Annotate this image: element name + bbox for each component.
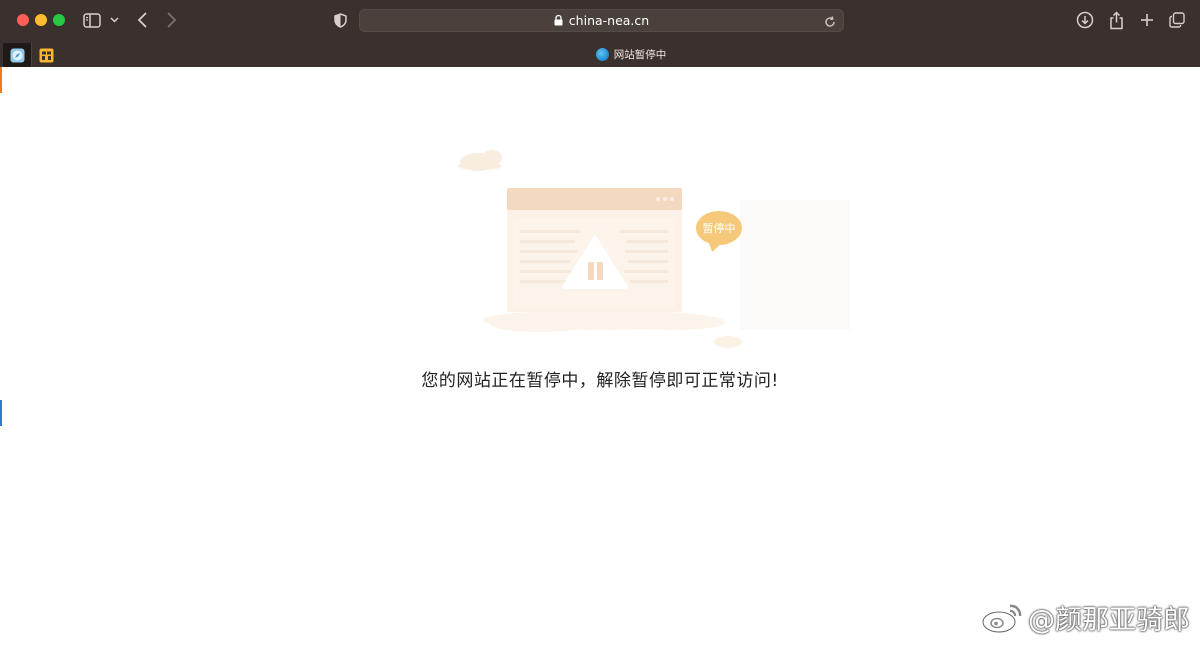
back-icon[interactable] [133,10,151,30]
minimize-window-button[interactable] [35,14,47,26]
shield-icon[interactable] [330,10,350,30]
cloud-shape [714,336,742,348]
pinned-tab-app[interactable] [32,43,60,67]
browser-toolbar: china-nea.cn [0,0,1200,40]
window-edge-accent [0,67,2,93]
lock-icon [554,14,564,27]
tab-title: 网站暂停中 [613,49,667,61]
new-tab-icon[interactable] [1137,10,1157,30]
zoom-window-button[interactable] [53,14,65,26]
paused-badge: 暂停中 [696,211,742,252]
forward-icon[interactable] [163,10,181,30]
watermark-text: @颜那亚骑郎 [1028,605,1190,636]
compass-icon [10,48,24,62]
tab-active[interactable]: 网站暂停中 [62,42,1200,67]
ground-shadow [482,310,725,332]
paused-badge-label: 暂停中 [703,221,736,235]
reload-icon[interactable] [823,14,837,28]
share-icon[interactable] [1106,10,1126,30]
background-haze [740,200,850,330]
tab-bar: 网站暂停中 [0,42,1200,67]
address-bar[interactable]: china-nea.cn [359,9,844,32]
window-dots [656,197,674,201]
cloud-shape [458,150,502,171]
weibo-watermark: @颜那亚骑郎 [980,598,1190,637]
download-icon[interactable] [1074,10,1096,30]
window-edge-accent [0,400,2,426]
close-window-button[interactable] [17,14,29,26]
pinned-tab-compass[interactable] [3,43,32,67]
paused-site-illustration: 暂停中 [430,140,850,360]
tab-overview-icon[interactable] [1167,10,1187,30]
sidebar-icon[interactable] [82,10,102,30]
paused-message: 您的网站正在暂停中，解除暂停即可正常访问! [421,371,779,391]
chevron-down-icon[interactable] [107,10,121,30]
window-titlebar [507,188,682,210]
site-favicon-icon [595,48,609,61]
browser-chrome: china-nea.cn 网站暂停中 [0,0,1200,67]
paused-illustration-art: 暂停中 [458,150,850,348]
url-text: china-nea.cn [568,13,650,28]
app-grid-icon [39,48,53,62]
weibo-logo-icon [981,604,1022,633]
